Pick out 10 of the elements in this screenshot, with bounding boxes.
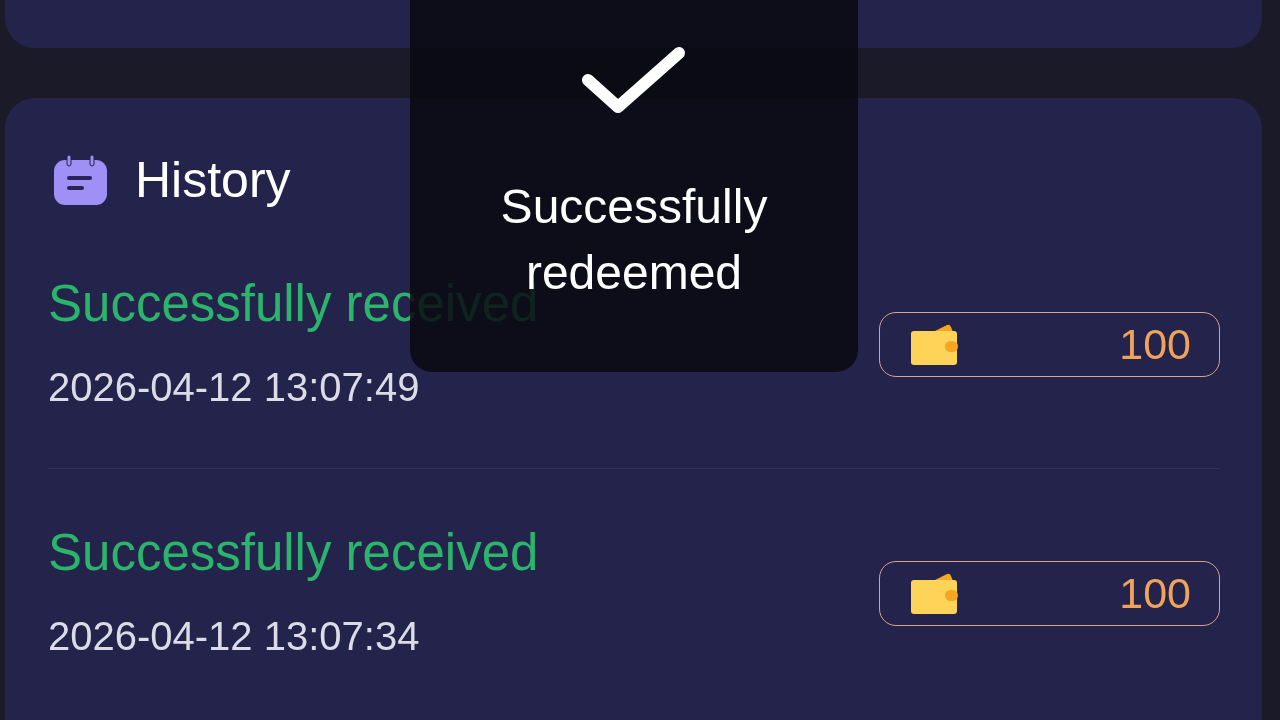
checkmark-icon (582, 46, 686, 114)
amount-text: 100 (1119, 571, 1191, 615)
timestamp-text: 2026-04-12 13:07:49 (48, 364, 421, 410)
status-text: Successfully received (48, 527, 539, 579)
calendar-icon (54, 155, 107, 205)
wallet-icon (911, 572, 958, 614)
wallet-icon (911, 323, 958, 365)
timestamp-text: 2026-04-12 13:07:34 (48, 613, 421, 659)
history-title: History (135, 155, 291, 205)
amount-text: 100 (1119, 322, 1191, 366)
